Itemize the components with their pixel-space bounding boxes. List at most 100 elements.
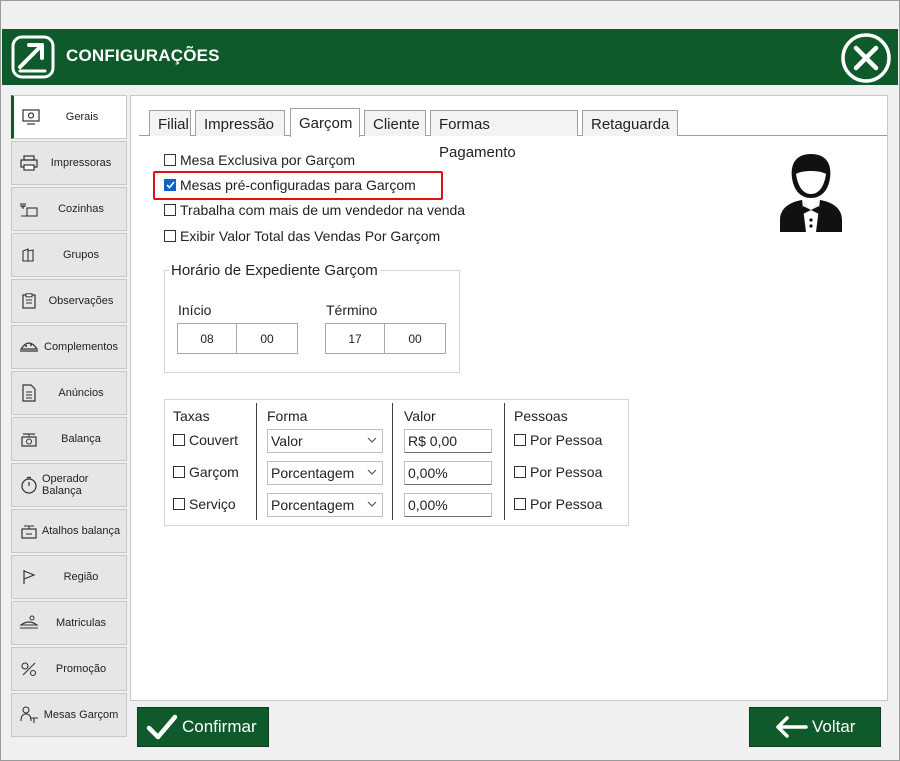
groups-icon [18,244,40,266]
tab-impressao[interactable]: Impressão [195,110,285,136]
fee-servico-pessoa-checkbox[interactable]: Por Pessoa [514,496,602,512]
sidebar-item-matriculas[interactable]: Matriculas [11,601,127,645]
sidebar-item-label: Impressoras [50,157,112,169]
fee-servico-forma-select[interactable]: Porcentagem [267,493,383,517]
option-trabalha-vendedor[interactable]: Trabalha com mais de um vendedor na vend… [164,202,465,218]
checkbox[interactable] [164,204,176,216]
header-pessoas: Pessoas [514,408,568,424]
fee-garcom-checkbox[interactable]: Garçom [173,464,239,480]
kitchen-icon [18,198,40,220]
window-titlebar [1,1,899,28]
sidebar-item-label: Observações [48,295,114,307]
fee-garcom-forma-select[interactable]: Porcentagem [267,461,383,485]
end-hour-input[interactable]: 17 [325,323,385,354]
pessoa-label: Por Pessoa [530,432,603,448]
tab-formas-pagamento[interactable]: Formas Pagamento [430,110,578,161]
checkbox[interactable] [173,466,185,478]
promotion-icon [18,658,40,680]
sidebar-item-atalhos-balanca[interactable]: Atalhos balança [11,509,127,553]
fee-couvert-checkbox[interactable]: Couvert [173,432,238,448]
sidebar-item-label: Balança [61,433,101,445]
chevron-down-icon [367,501,377,507]
confirm-button[interactable]: Confirmar [137,707,269,747]
sidebar-item-label: Operador Balança [42,473,89,497]
checkbox-checked[interactable] [164,179,176,191]
fee-servico-valor-input[interactable]: 0,00% [404,493,492,517]
option-mesas-pre-configuradas[interactable]: Mesas pré-configuradas para Garçom [164,177,416,193]
scale-icon [18,428,40,450]
confirm-label: Confirmar [182,717,257,736]
check-icon [146,714,178,740]
sidebar-item-label: Anúncios [58,387,104,399]
flag-icon [18,566,40,588]
sidebar-item-cozinhas[interactable]: Cozinhas [11,187,127,231]
tab-retaguarda[interactable]: Retaguarda [582,110,678,136]
dish-icon [18,336,40,358]
header-taxas: Taxas [173,408,210,424]
checkbox[interactable] [514,434,526,446]
select-value: Valor [271,433,303,449]
checkbox[interactable] [164,230,176,242]
column-divider [504,403,505,520]
checkbox[interactable] [173,498,185,510]
shortcut-scale-icon [18,520,40,542]
fee-couvert-forma-select[interactable]: Valor [267,429,383,453]
sidebar-item-label: Grupos [62,249,100,261]
fee-couvert-pessoa-checkbox[interactable]: Por Pessoa [514,432,602,448]
fee-servico-checkbox[interactable]: Serviço [173,496,236,512]
checkbox[interactable] [164,154,176,166]
header-bar: CONFIGURAÇÕES [2,29,898,85]
timer-icon [18,474,40,496]
checkbox[interactable] [514,498,526,510]
schedule-group [164,270,460,373]
option-label: Exibir Valor Total das Vendas Por Garçom [180,228,441,244]
select-value: Porcentagem [271,465,355,481]
chevron-down-icon [367,469,377,475]
tab-garcom[interactable]: Garçom [290,108,360,137]
sidebar-item-observacoes[interactable]: Observações [11,279,127,323]
start-hour-input[interactable]: 08 [177,323,237,354]
start-minute-input[interactable]: 00 [236,323,298,354]
option-mesa-exclusiva[interactable]: Mesa Exclusiva por Garçom [164,152,355,168]
sidebar-item-label: Promoção [55,663,107,675]
fee-garcom-valor-input[interactable]: 0,00% [404,461,492,485]
fee-name: Couvert [189,432,239,448]
fee-garcom-pessoa-checkbox[interactable]: Por Pessoa [514,464,602,480]
tab-filial[interactable]: Filial [149,110,191,136]
sidebar-item-grupos[interactable]: Grupos [11,233,127,277]
sidebar-item-gerais[interactable]: Gerais [11,95,127,139]
close-icon[interactable] [840,32,892,84]
sidebar-item-operador-balanca[interactable]: Operador Balança [11,463,127,507]
sidebar-item-promocao[interactable]: Promoção [11,647,127,691]
page-title: CONFIGURAÇÕES [66,46,220,65]
document-icon [18,382,40,404]
sidebar-item-impressoras[interactable]: Impressoras [11,141,127,185]
printer-icon [18,152,40,174]
back-button[interactable]: Voltar [749,707,881,747]
waiter-icon [780,154,842,232]
sidebar-item-mesas-garcom[interactable]: Mesas Garçom [11,693,127,737]
sidebar-item-label: Matriculas [55,617,107,629]
sidebar-item-balanca[interactable]: Balança [11,417,127,461]
checkbox[interactable] [173,434,185,446]
sidebar-item-label: Atalhos balança [41,525,121,537]
clipboard-icon [18,290,40,312]
sidebar-item-label: Mesas Garçom [43,709,119,721]
pessoa-label: Por Pessoa [530,464,603,480]
chevron-down-icon [367,437,377,443]
start-label: Início [178,302,212,318]
sidebar-item-regiao[interactable]: Região [11,555,127,599]
option-exibir-valor-total[interactable]: Exibir Valor Total das Vendas Por Garçom [164,228,440,244]
sidebar-item-anuncios[interactable]: Anúncios [11,371,127,415]
fee-couvert-valor-input[interactable]: R$ 0,00 [404,429,492,453]
checkbox[interactable] [514,466,526,478]
gear-monitor-icon [20,106,42,128]
sidebar-item-complementos[interactable]: Complementos [11,325,127,369]
header-valor: Valor [404,408,436,424]
option-label: Trabalha com mais de um vendedor na vend… [180,202,466,218]
waiter-table-icon [18,704,40,726]
tab-cliente[interactable]: Cliente [364,110,426,136]
option-label: Mesa Exclusiva por Garçom [180,152,356,168]
end-minute-input[interactable]: 00 [384,323,446,354]
schedule-title: Horário de Expediente Garçom [169,262,380,279]
